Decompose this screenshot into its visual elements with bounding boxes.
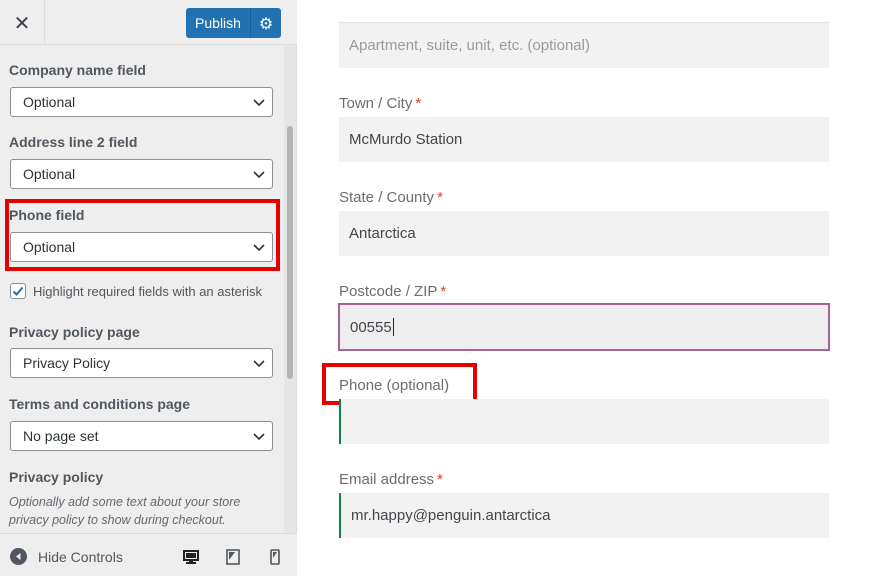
highlight-required-label: Highlight required fields with an asteri… [33, 283, 263, 299]
company-name-field-label: Company name field [9, 62, 146, 78]
town-city-label-text: Town / City [339, 95, 413, 112]
chevron-down-icon [253, 171, 265, 179]
terms-page-value: No page set [23, 428, 99, 444]
address-line-2-field-label: Address line 2 field [9, 134, 138, 150]
postcode-zip-label-text: Postcode / ZIP [339, 283, 438, 300]
publish-button[interactable]: Publish [186, 8, 250, 38]
highlight-required-checkbox[interactable] [10, 283, 26, 299]
hide-controls-label: Hide Controls [38, 548, 123, 565]
customizer-footer: Hide Controls [0, 533, 297, 576]
gear-icon: ⚙ [258, 13, 274, 33]
privacy-policy-description: Optionally add some text about your stor… [9, 495, 241, 527]
state-county-label: State / County * [339, 189, 443, 206]
close-icon: ✕ [13, 10, 31, 35]
town-city-input[interactable]: McMurdo Station [339, 117, 829, 162]
mobile-icon[interactable] [267, 549, 283, 565]
state-county-input[interactable]: Antarctica [339, 211, 829, 256]
postcode-zip-input[interactable]: 00555 [338, 303, 830, 351]
address-line-2-field-select[interactable]: Optional [10, 159, 273, 189]
company-name-field-value: Optional [23, 94, 76, 110]
phone-input[interactable] [339, 399, 829, 444]
text-caret [392, 318, 394, 336]
chevron-down-icon [253, 433, 265, 441]
required-asterisk: * [437, 471, 443, 488]
checkmark-icon [12, 286, 24, 296]
customizer-header: ✕ Publish ⚙ [0, 0, 297, 45]
phone-field-highlight [5, 199, 280, 271]
email-address-input[interactable]: mr.happy@penguin.antarctica [339, 493, 829, 538]
close-button[interactable]: ✕ [0, 0, 45, 45]
customizer-sidebar: ✕ Publish ⚙ Company name field Optional … [0, 0, 297, 576]
publish-settings-button[interactable]: ⚙ [250, 8, 281, 38]
email-address-label: Email address * [339, 471, 443, 488]
sidebar-scrollbar[interactable] [284, 46, 296, 533]
terms-page-label: Terms and conditions page [9, 396, 190, 412]
required-asterisk: * [415, 95, 422, 112]
checkout-preview: Apartment, suite, unit, etc. (optional) … [298, 0, 881, 576]
postcode-zip-value: 00555 [350, 318, 392, 336]
privacy-policy-page-select[interactable]: Privacy Policy [10, 348, 273, 378]
checkout-options-panel: Company name field Optional Address line… [0, 46, 284, 533]
desktop-icon[interactable] [183, 549, 199, 565]
chevron-down-icon [253, 360, 265, 368]
required-asterisk: * [440, 283, 447, 300]
terms-page-select[interactable]: No page set [10, 421, 273, 451]
state-county-label-text: State / County [339, 189, 435, 206]
hide-controls-button[interactable]: Hide Controls [10, 548, 123, 565]
email-address-label-text: Email address [339, 471, 435, 488]
town-city-label: Town / City * [339, 95, 421, 112]
tablet-icon[interactable] [225, 549, 241, 565]
collapse-arrow-icon [10, 548, 27, 565]
privacy-policy-page-value: Privacy Policy [23, 355, 111, 371]
publish-group: Publish ⚙ [186, 8, 281, 38]
company-name-field-select[interactable]: Optional [10, 87, 273, 117]
highlight-required-row: Highlight required fields with an asteri… [10, 283, 262, 299]
postcode-zip-label: Postcode / ZIP * [339, 283, 446, 300]
required-asterisk: * [437, 189, 443, 206]
address-line-2-field-value: Optional [23, 166, 76, 182]
chevron-down-icon [253, 99, 265, 107]
privacy-policy-page-label: Privacy policy page [9, 324, 140, 340]
address-line-2-input[interactable]: Apartment, suite, unit, etc. (optional) [339, 23, 829, 68]
sidebar-scrollbar-thumb[interactable] [287, 126, 293, 379]
privacy-policy-label: Privacy policy [9, 469, 104, 485]
